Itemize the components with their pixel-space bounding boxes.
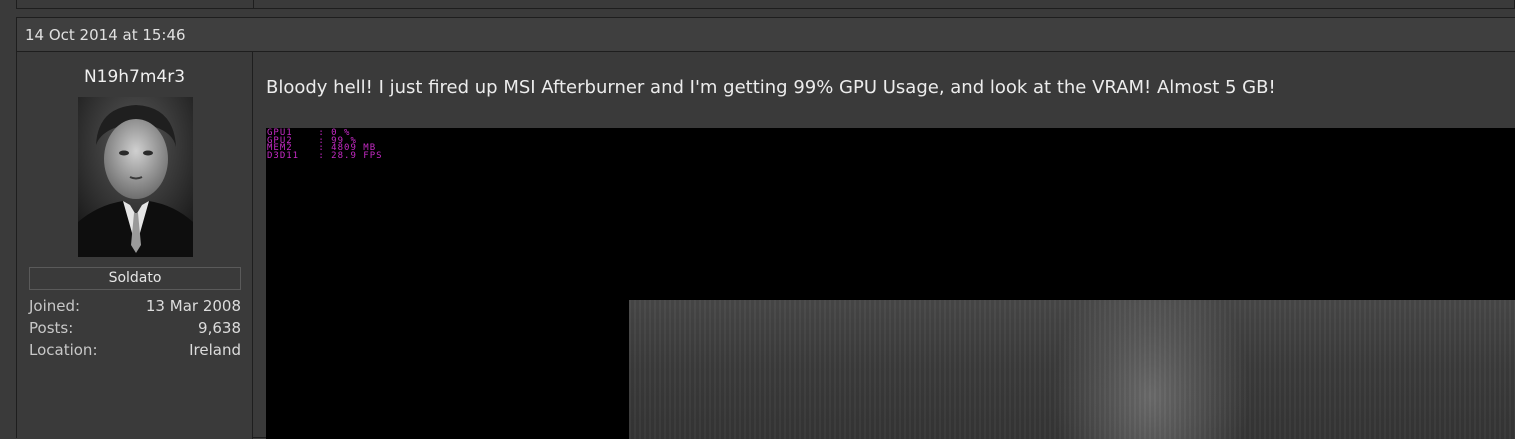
username[interactable]: N19h7m4r3 xyxy=(17,67,252,91)
stat-posts: Posts: 9,638 xyxy=(29,319,241,341)
embedded-screenshot[interactable]: GPU1 : 0 % GPU2 : 99 % MEM2 : 4809 MB D3D11… xyxy=(266,128,1515,439)
stat-joined-label: Joined: xyxy=(29,297,81,315)
osd-line-d3d11: D3D11 : 28.9 FPS xyxy=(267,150,383,161)
stat-location-value: Ireland xyxy=(189,341,241,359)
user-rank-badge: Soldato xyxy=(29,267,241,290)
user-info-panel: N19h7m4r3 Soldato Joined: 13 Mar 2008 Po… xyxy=(17,52,253,439)
previous-post-divider xyxy=(253,0,254,9)
game-scene xyxy=(629,300,1515,439)
stat-location-label: Location: xyxy=(29,341,98,359)
post-message: Bloody hell! I just fired up MSI Afterbu… xyxy=(266,77,1276,98)
stat-joined: Joined: 13 Mar 2008 xyxy=(29,297,241,319)
avatar-image xyxy=(78,97,193,257)
avatar[interactable] xyxy=(78,97,193,257)
stat-posts-label: Posts: xyxy=(29,319,74,337)
forum-post: 14 Oct 2014 at 15:46 N19h7m4r3 Soldato J… xyxy=(16,17,1515,439)
previous-post-bottom xyxy=(16,0,1515,9)
post-header: 14 Oct 2014 at 15:46 xyxy=(17,18,1515,52)
stat-joined-value: 13 Mar 2008 xyxy=(145,297,241,315)
post-timestamp[interactable]: 14 Oct 2014 at 15:46 xyxy=(25,26,186,44)
stat-posts-value: 9,638 xyxy=(198,319,241,337)
stat-location: Location: Ireland xyxy=(29,341,241,363)
afterburner-osd: GPU1 : 0 % GPU2 : 99 % MEM2 : 4809 MB D3D11… xyxy=(267,129,383,161)
